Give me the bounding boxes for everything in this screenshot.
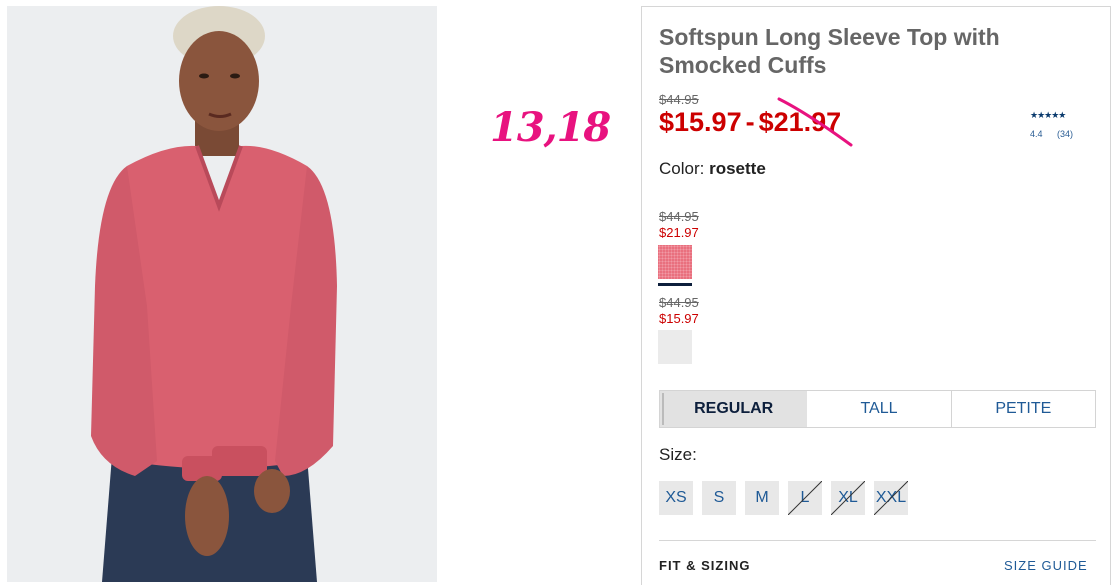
tab-tall[interactable]: TALL: [807, 391, 952, 427]
original-price: $44.95: [659, 92, 699, 107]
size-m-button[interactable]: M: [745, 481, 779, 515]
product-info-panel: Softspun Long Sleeve Top with Smocked Cu…: [641, 6, 1111, 585]
model-illustration: [7, 6, 437, 582]
color-label: Color: rosette: [659, 159, 766, 179]
unavailable-strike-icon: [831, 481, 865, 515]
swatch-was-price: $44.95: [659, 209, 699, 224]
rating-score: 4.4: [1030, 129, 1043, 139]
unavailable-strike-icon: [788, 481, 822, 515]
color-label-text: Color:: [659, 159, 705, 178]
handwritten-annotation: 13,18: [490, 104, 611, 151]
star-rating-icon: ★★★★★: [1030, 110, 1066, 120]
tab-petite[interactable]: PETITE: [952, 391, 1095, 427]
swatch-price-rosette: $44.95 $21.97: [659, 209, 699, 241]
tab-regular[interactable]: REGULAR: [660, 391, 808, 427]
size-l-button[interactable]: L: [788, 481, 822, 515]
color-swatch-rosette[interactable]: [658, 245, 692, 279]
price-low: $15.97: [659, 107, 742, 137]
price-separator: -: [745, 107, 755, 137]
product-image[interactable]: [7, 6, 437, 582]
fit-and-sizing-heading[interactable]: FIT & SIZING: [659, 558, 750, 573]
unavailable-strike-icon: [874, 481, 908, 515]
section-divider: [659, 540, 1096, 541]
size-selector: XS S M L XL XXL: [659, 481, 908, 515]
size-xs-button[interactable]: XS: [659, 481, 693, 515]
size-s-button[interactable]: S: [702, 481, 736, 515]
product-title: Softspun Long Sleeve Top with Smocked Cu…: [659, 24, 1000, 78]
swatch-was-price: $44.95: [659, 295, 699, 310]
swatch-now-price: $21.97: [659, 225, 699, 240]
color-swatch-grey[interactable]: [658, 330, 692, 364]
size-label: Size:: [659, 445, 697, 464]
selected-swatch-indicator: [658, 283, 692, 286]
review-count[interactable]: (34): [1057, 129, 1073, 139]
size-xxl-button[interactable]: XXL: [874, 481, 908, 515]
rating-widget[interactable]: ★★★★★ 4.4 (34): [1030, 110, 1090, 139]
handwritten-strike-mark: [777, 97, 853, 147]
fit-selector: REGULAR TALL PETITE: [659, 390, 1096, 428]
size-guide-link[interactable]: SIZE GUIDE: [1004, 558, 1088, 573]
swatch-now-price: $15.97: [659, 311, 699, 326]
swatch-price-grey: $44.95 $15.97: [659, 295, 699, 327]
color-value: rosette: [709, 159, 766, 178]
size-xl-button[interactable]: XL: [831, 481, 865, 515]
